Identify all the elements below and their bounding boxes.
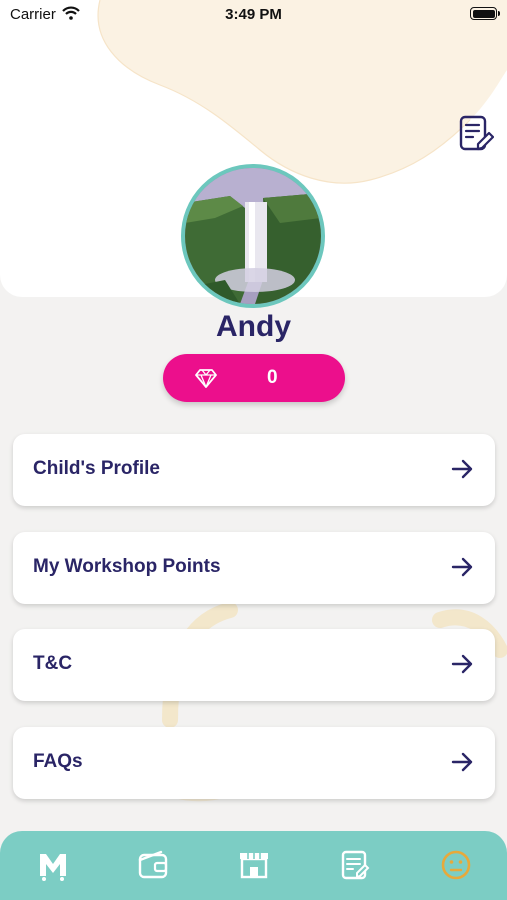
- edit-list-icon: [341, 850, 370, 880]
- tab-profile[interactable]: [436, 845, 476, 885]
- avatar-photo: [185, 168, 321, 304]
- menu-item-label: T&C: [33, 653, 73, 674]
- smiley-face-icon: [441, 850, 471, 880]
- user-name: Andy: [216, 310, 291, 343]
- menu-item-label: My Workshop Points: [33, 556, 221, 577]
- arrow-right-icon: [451, 752, 473, 772]
- status-bar: Carrier 3:49 PM: [0, 0, 507, 30]
- menu-item-faqs[interactable]: FAQs: [13, 727, 495, 799]
- clock-time: 3:49 PM: [225, 6, 282, 23]
- menu-item-tnc[interactable]: T&C: [13, 629, 495, 701]
- edit-document-icon: [459, 115, 495, 151]
- arrow-right-icon: [451, 654, 473, 674]
- bottom-tab-bar: [0, 831, 507, 900]
- menu-item-childs-profile[interactable]: Child's Profile: [13, 434, 495, 506]
- menu-item-label: FAQs: [33, 751, 83, 772]
- points-value: 0: [267, 367, 278, 388]
- home-logo-icon: [40, 854, 66, 881]
- diamond-icon: [195, 369, 217, 388]
- tab-activity[interactable]: [335, 845, 375, 885]
- menu-item-label: Child's Profile: [33, 458, 160, 479]
- arrow-right-icon: [451, 557, 473, 577]
- edit-profile-button[interactable]: [458, 115, 495, 155]
- wallet-icon: [138, 850, 168, 879]
- avatar[interactable]: [181, 164, 325, 308]
- tab-wallet[interactable]: [133, 845, 173, 885]
- tab-home[interactable]: [33, 845, 73, 885]
- tab-store[interactable]: [234, 845, 274, 885]
- arrow-right-icon: [451, 459, 473, 479]
- battery-icon: [470, 7, 500, 20]
- menu-item-workshop-points[interactable]: My Workshop Points: [13, 532, 495, 604]
- store-icon: [240, 853, 268, 879]
- points-badge[interactable]: 0: [163, 354, 345, 402]
